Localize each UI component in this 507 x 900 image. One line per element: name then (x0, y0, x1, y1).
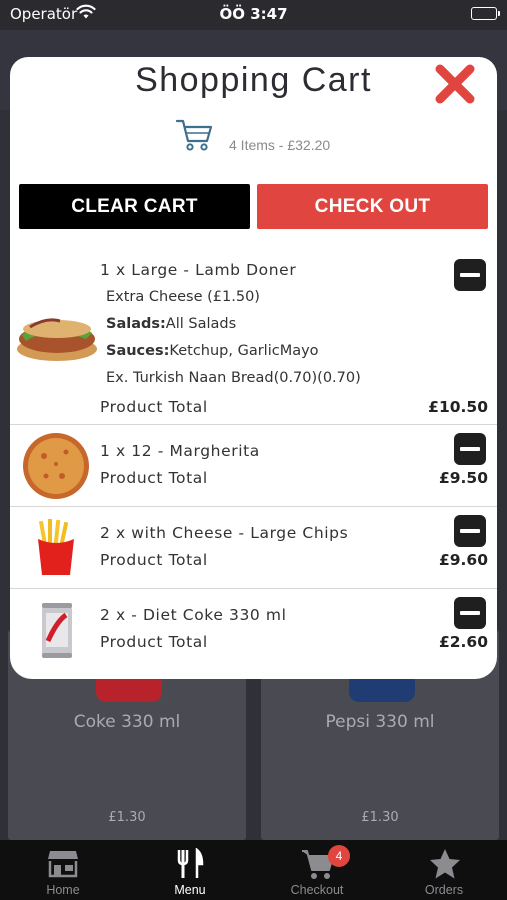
clock: ÖÖ 3:47 (219, 5, 288, 23)
clear-cart-button[interactable]: CLEAR CART (19, 184, 250, 229)
cart-summary-text: 4 Items - £32.20 (229, 137, 331, 153)
close-button[interactable] (434, 63, 476, 105)
cart-icon (175, 117, 215, 157)
product-total-label: Product Total (100, 551, 208, 569)
cutlery-icon (177, 848, 204, 878)
diet-coke-can-image (40, 601, 74, 665)
menu-card-price: £1.30 (361, 810, 399, 825)
product-total-value: £9.50 (438, 469, 488, 487)
item-bread: Ex. Turkish Naan Bread(0.70)(0.70) (106, 370, 361, 386)
remove-item-button[interactable] (454, 597, 486, 629)
cart-count-badge: 4 (328, 845, 350, 867)
minus-icon (460, 447, 480, 451)
product-total-label: Product Total (100, 469, 208, 487)
item-title: 2 x - Diet Coke 330 ml (100, 606, 287, 624)
pizza-image (22, 432, 90, 504)
item-sauces: Sauces:Ketchup, GarlicMayo (106, 343, 319, 359)
shopping-cart-modal: Shopping Cart 4 Items - £32.20 CLEAR CAR… (10, 57, 497, 679)
fries-image (36, 519, 76, 581)
remove-item-button[interactable] (454, 259, 486, 291)
product-total-label: Product Total (100, 633, 208, 651)
tab-label: Home (46, 883, 80, 897)
product-total-label: Product Total (100, 398, 208, 416)
remove-item-button[interactable] (454, 433, 486, 465)
tab-menu[interactable]: Menu (127, 840, 253, 900)
menu-card-name: Coke 330 ml (73, 712, 181, 732)
tab-home[interactable]: Home (0, 840, 126, 900)
item-extra: Extra Cheese (£1.50) (106, 289, 260, 305)
item-title: 1 x Large - Lamb Doner (100, 261, 297, 279)
product-total-value: £10.50 (428, 398, 488, 416)
tab-label: Menu (174, 883, 206, 897)
modal-title: Shopping Cart (135, 61, 372, 99)
salads-label: Salads: (106, 316, 166, 332)
store-icon (48, 851, 78, 878)
tab-orders[interactable]: Orders (381, 840, 507, 900)
product-total-value: £9.60 (438, 551, 488, 569)
item-title: 1 x 12 - Margherita (100, 442, 260, 460)
star-icon (430, 849, 460, 879)
sauces-value: Ketchup, GarlicMayo (169, 343, 319, 359)
tab-label: Checkout (290, 883, 344, 897)
minus-icon (460, 611, 480, 615)
cart-item: 1 x 12 - Margherita Product Total £9.50 (10, 425, 497, 507)
menu-card-name: Pepsi 330 ml (325, 712, 435, 732)
item-salads: Salads:All Salads (106, 316, 236, 332)
status-bar: Operatör ÖÖ 3:47 (0, 0, 507, 30)
menu-card-price: £1.30 (108, 810, 146, 825)
cart-item: 1 x Large - Lamb Doner Extra Cheese (£1.… (10, 247, 497, 425)
tab-checkout[interactable]: 4 Checkout (254, 840, 380, 900)
tab-label: Orders (424, 883, 464, 897)
cart-items-list: 1 x Large - Lamb Doner Extra Cheese (£1.… (10, 247, 497, 671)
minus-icon (460, 273, 480, 277)
salads-value: All Salads (165, 316, 237, 332)
cart-item: 2 x - Diet Coke 330 ml Product Total £2.… (10, 589, 497, 671)
remove-item-button[interactable] (454, 515, 486, 547)
battery-icon (471, 7, 500, 20)
sauces-label: Sauces: (106, 343, 170, 359)
minus-icon (460, 529, 480, 533)
item-title: 2 x with Cheese - Large Chips (100, 524, 349, 542)
product-total-value: £2.60 (438, 633, 488, 651)
tab-bar: Home Menu 4 Checkout Orders (0, 840, 507, 900)
checkout-button[interactable]: CHECK OUT (257, 184, 488, 229)
doner-kebab-image (16, 309, 98, 369)
close-icon (435, 64, 475, 104)
cart-item: 2 x with Cheese - Large Chips Product To… (10, 507, 497, 589)
